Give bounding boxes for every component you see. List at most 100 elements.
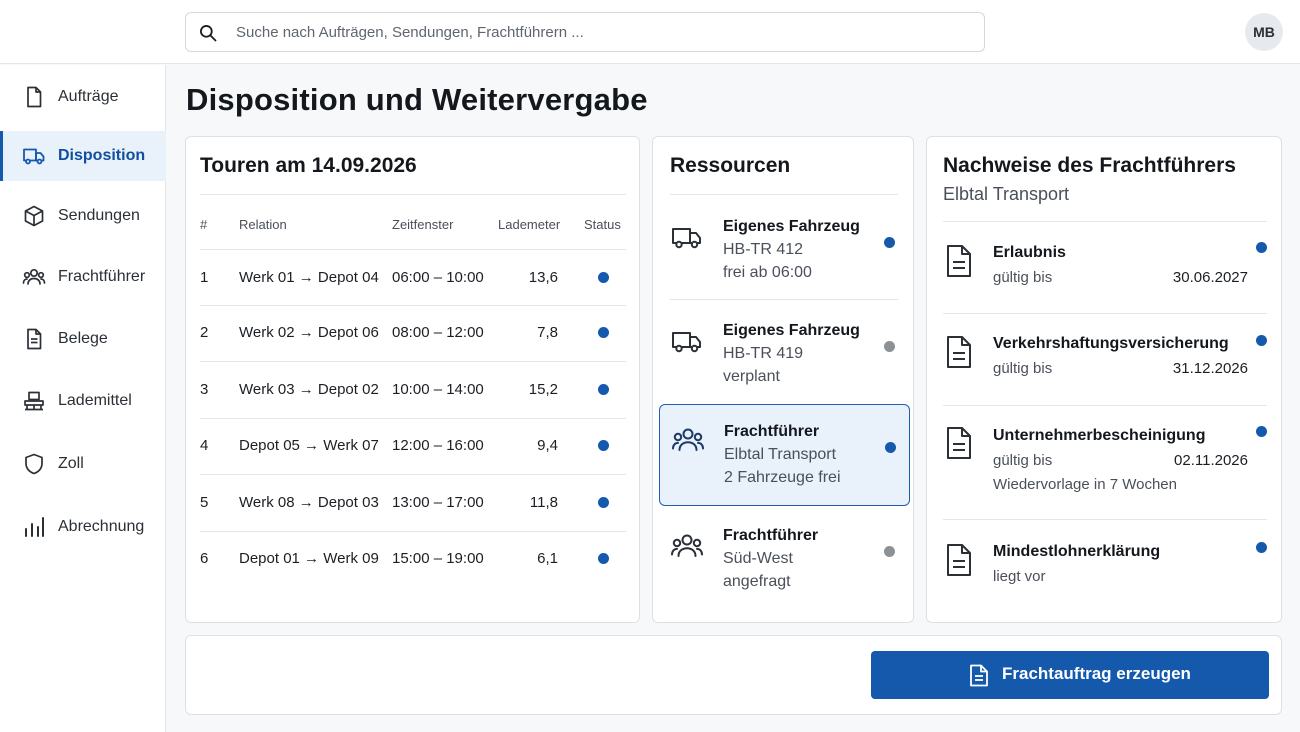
resources-title: Ressourcen (670, 154, 791, 177)
row-loading-meters: 9,4 (537, 437, 558, 454)
document-label: liegt vor (993, 568, 1046, 585)
search-box[interactable] (185, 12, 985, 52)
sidebar-item-disposition[interactable]: Disposition (0, 131, 166, 181)
resource-type: Eigenes Fahrzeug (723, 218, 860, 235)
resource-name: HB-TR 419 (723, 345, 804, 362)
receipt-icon (27, 328, 42, 350)
row-relation: Werk 03 → Depot 02 (239, 381, 379, 398)
row-relation: Werk 02 → Depot 06 (239, 324, 379, 341)
carrier-documents-card: Nachweise des Frachtführers Elbtal Trans… (926, 136, 1282, 623)
column-header-status: Status (584, 217, 621, 232)
document-item[interactable]: Verkehrshaftungsversicherung gültig bis … (943, 314, 1267, 405)
sidebar: Aufträge Disposition Sendungen Frachtfüh… (0, 65, 166, 732)
sidebar-item-frachtfuehrer[interactable]: Frachtführer (0, 252, 166, 302)
status-dot (598, 384, 609, 395)
package-icon (24, 205, 44, 227)
sidebar-item-label: Frachtführer (58, 268, 146, 285)
shield-icon (25, 453, 43, 475)
documents-title: Nachweise des Frachtführers (943, 154, 1236, 177)
sidebar-item-belege[interactable]: Belege (0, 314, 166, 364)
column-header-number: # (200, 217, 208, 232)
divider (670, 299, 898, 300)
table-row[interactable]: 2 Werk 02 → Depot 06 08:00 – 12:00 7,8 (200, 305, 626, 361)
document-item[interactable]: Mindestlohnerklärung liegt vor (943, 520, 1267, 620)
row-loading-meters: 15,2 (528, 381, 558, 398)
document-title: Verkehrshaftungsversicherung (993, 335, 1229, 352)
document-title: Mindestlohnerklärung (993, 543, 1161, 560)
document-date: 31.12.2026 (1172, 360, 1248, 377)
sidebar-item-lademittel[interactable]: Lademittel (0, 376, 166, 426)
document-item[interactable]: Erlaubnis gültig bis 30.06.2027 (943, 222, 1267, 313)
status-dot (884, 546, 895, 557)
sidebar-item-label: Lademittel (58, 392, 132, 409)
resource-state: verplant (723, 368, 780, 385)
resource-type: Frachtführer (723, 527, 819, 544)
document-icon (947, 245, 971, 277)
status-dot (598, 327, 609, 338)
user-avatar[interactable]: MB (1245, 13, 1283, 51)
sidebar-item-label: Abrechnung (58, 518, 145, 535)
row-number: 6 (200, 550, 209, 567)
column-header-time-window: Zeitfenster (392, 217, 454, 232)
resource-item[interactable]: Eigenes Fahrzeug HB-TR 419 verplant (670, 304, 898, 408)
resource-item-selected[interactable]: Frachtführer Elbtal Transport 2 Fahrzeug… (659, 404, 910, 506)
row-time-window: 08:00 – 12:00 (392, 324, 484, 341)
table-row[interactable]: 1 Werk 01 → Depot 04 06:00 – 10:00 13,6 (200, 250, 626, 306)
document-date: 02.11.2026 (1174, 452, 1248, 469)
status-dot (598, 497, 609, 508)
table-row[interactable]: 3 Werk 03 → Depot 02 10:00 – 14:00 15,2 (200, 362, 626, 418)
resource-state: angefragt (723, 573, 791, 590)
resource-state: 2 Fahrzeuge frei (724, 469, 841, 486)
row-time-window: 15:00 – 19:00 (392, 550, 484, 567)
status-dot (1256, 426, 1267, 437)
resource-name: Elbtal Transport (724, 446, 837, 463)
resources-card: Ressourcen Eigenes Fahrzeug HB-TR 412 fr… (652, 136, 914, 623)
sidebar-item-sendungen[interactable]: Sendungen (0, 191, 166, 241)
button-label: Frachtauftrag erzeugen (1002, 664, 1191, 683)
truck-icon (672, 228, 701, 249)
row-number: 1 (200, 269, 209, 286)
create-freight-order-button[interactable]: Frachtauftrag erzeugen (871, 651, 1269, 699)
search-input[interactable] (236, 13, 966, 51)
document-icon (947, 544, 971, 576)
divider (200, 194, 626, 195)
resource-item[interactable]: Frachtführer Süd-West angefragt (670, 509, 898, 613)
document-date: 30.06.2027 (1172, 269, 1248, 286)
sidebar-item-zoll[interactable]: Zoll (0, 439, 166, 489)
carrier-name: Elbtal Transport (943, 184, 1070, 204)
divider (670, 194, 898, 195)
document-item[interactable]: Unternehmerbescheinigung gültig bis 02.1… (943, 406, 1267, 519)
row-loading-meters: 7,8 (537, 324, 558, 341)
truck-icon (672, 332, 701, 353)
row-time-window: 12:00 – 16:00 (392, 437, 484, 454)
users-icon (22, 268, 46, 285)
status-dot (1256, 242, 1267, 253)
sidebar-item-label: Sendungen (58, 207, 140, 224)
document-label: gültig bis (993, 269, 1053, 286)
sidebar-item-abrechnung[interactable]: Abrechnung (0, 502, 166, 552)
resource-type: Frachtführer (724, 423, 820, 440)
status-dot (1256, 335, 1267, 346)
tours-title: Touren am 14.09.2026 (200, 154, 417, 177)
row-number: 2 (200, 324, 209, 341)
table-row[interactable]: 5 Werk 08 → Depot 03 13:00 – 17:00 11,8 (200, 475, 626, 531)
top-bar: MB (0, 0, 1300, 64)
table-row[interactable]: 4 Depot 05 → Werk 07 12:00 – 16:00 9,4 (200, 418, 626, 474)
tours-card: Touren am 14.09.2026 # Relation Zeitfens… (185, 136, 640, 623)
document-title: Unternehmerbescheinigung (993, 427, 1206, 444)
document-icon (947, 336, 971, 368)
document-icon (970, 664, 988, 687)
document-icon (27, 86, 42, 108)
sidebar-item-auftraege[interactable]: Aufträge (0, 72, 166, 122)
document-title: Erlaubnis (993, 244, 1066, 261)
document-label: gültig bis (993, 452, 1053, 469)
resource-name: HB-TR 412 (723, 241, 804, 258)
row-number: 3 (200, 381, 209, 398)
document-icon (947, 427, 971, 459)
resource-item[interactable]: Eigenes Fahrzeug HB-TR 412 frei ab 06:00 (670, 200, 898, 304)
action-bar: Frachtauftrag erzeugen (185, 635, 1282, 715)
sidebar-item-label: Zoll (58, 455, 84, 472)
pallet-icon (24, 391, 44, 411)
table-row[interactable]: 6 Depot 01 → Werk 09 15:00 – 19:00 6,1 (200, 531, 626, 587)
column-header-loading-meters: Lademeter (498, 217, 561, 232)
